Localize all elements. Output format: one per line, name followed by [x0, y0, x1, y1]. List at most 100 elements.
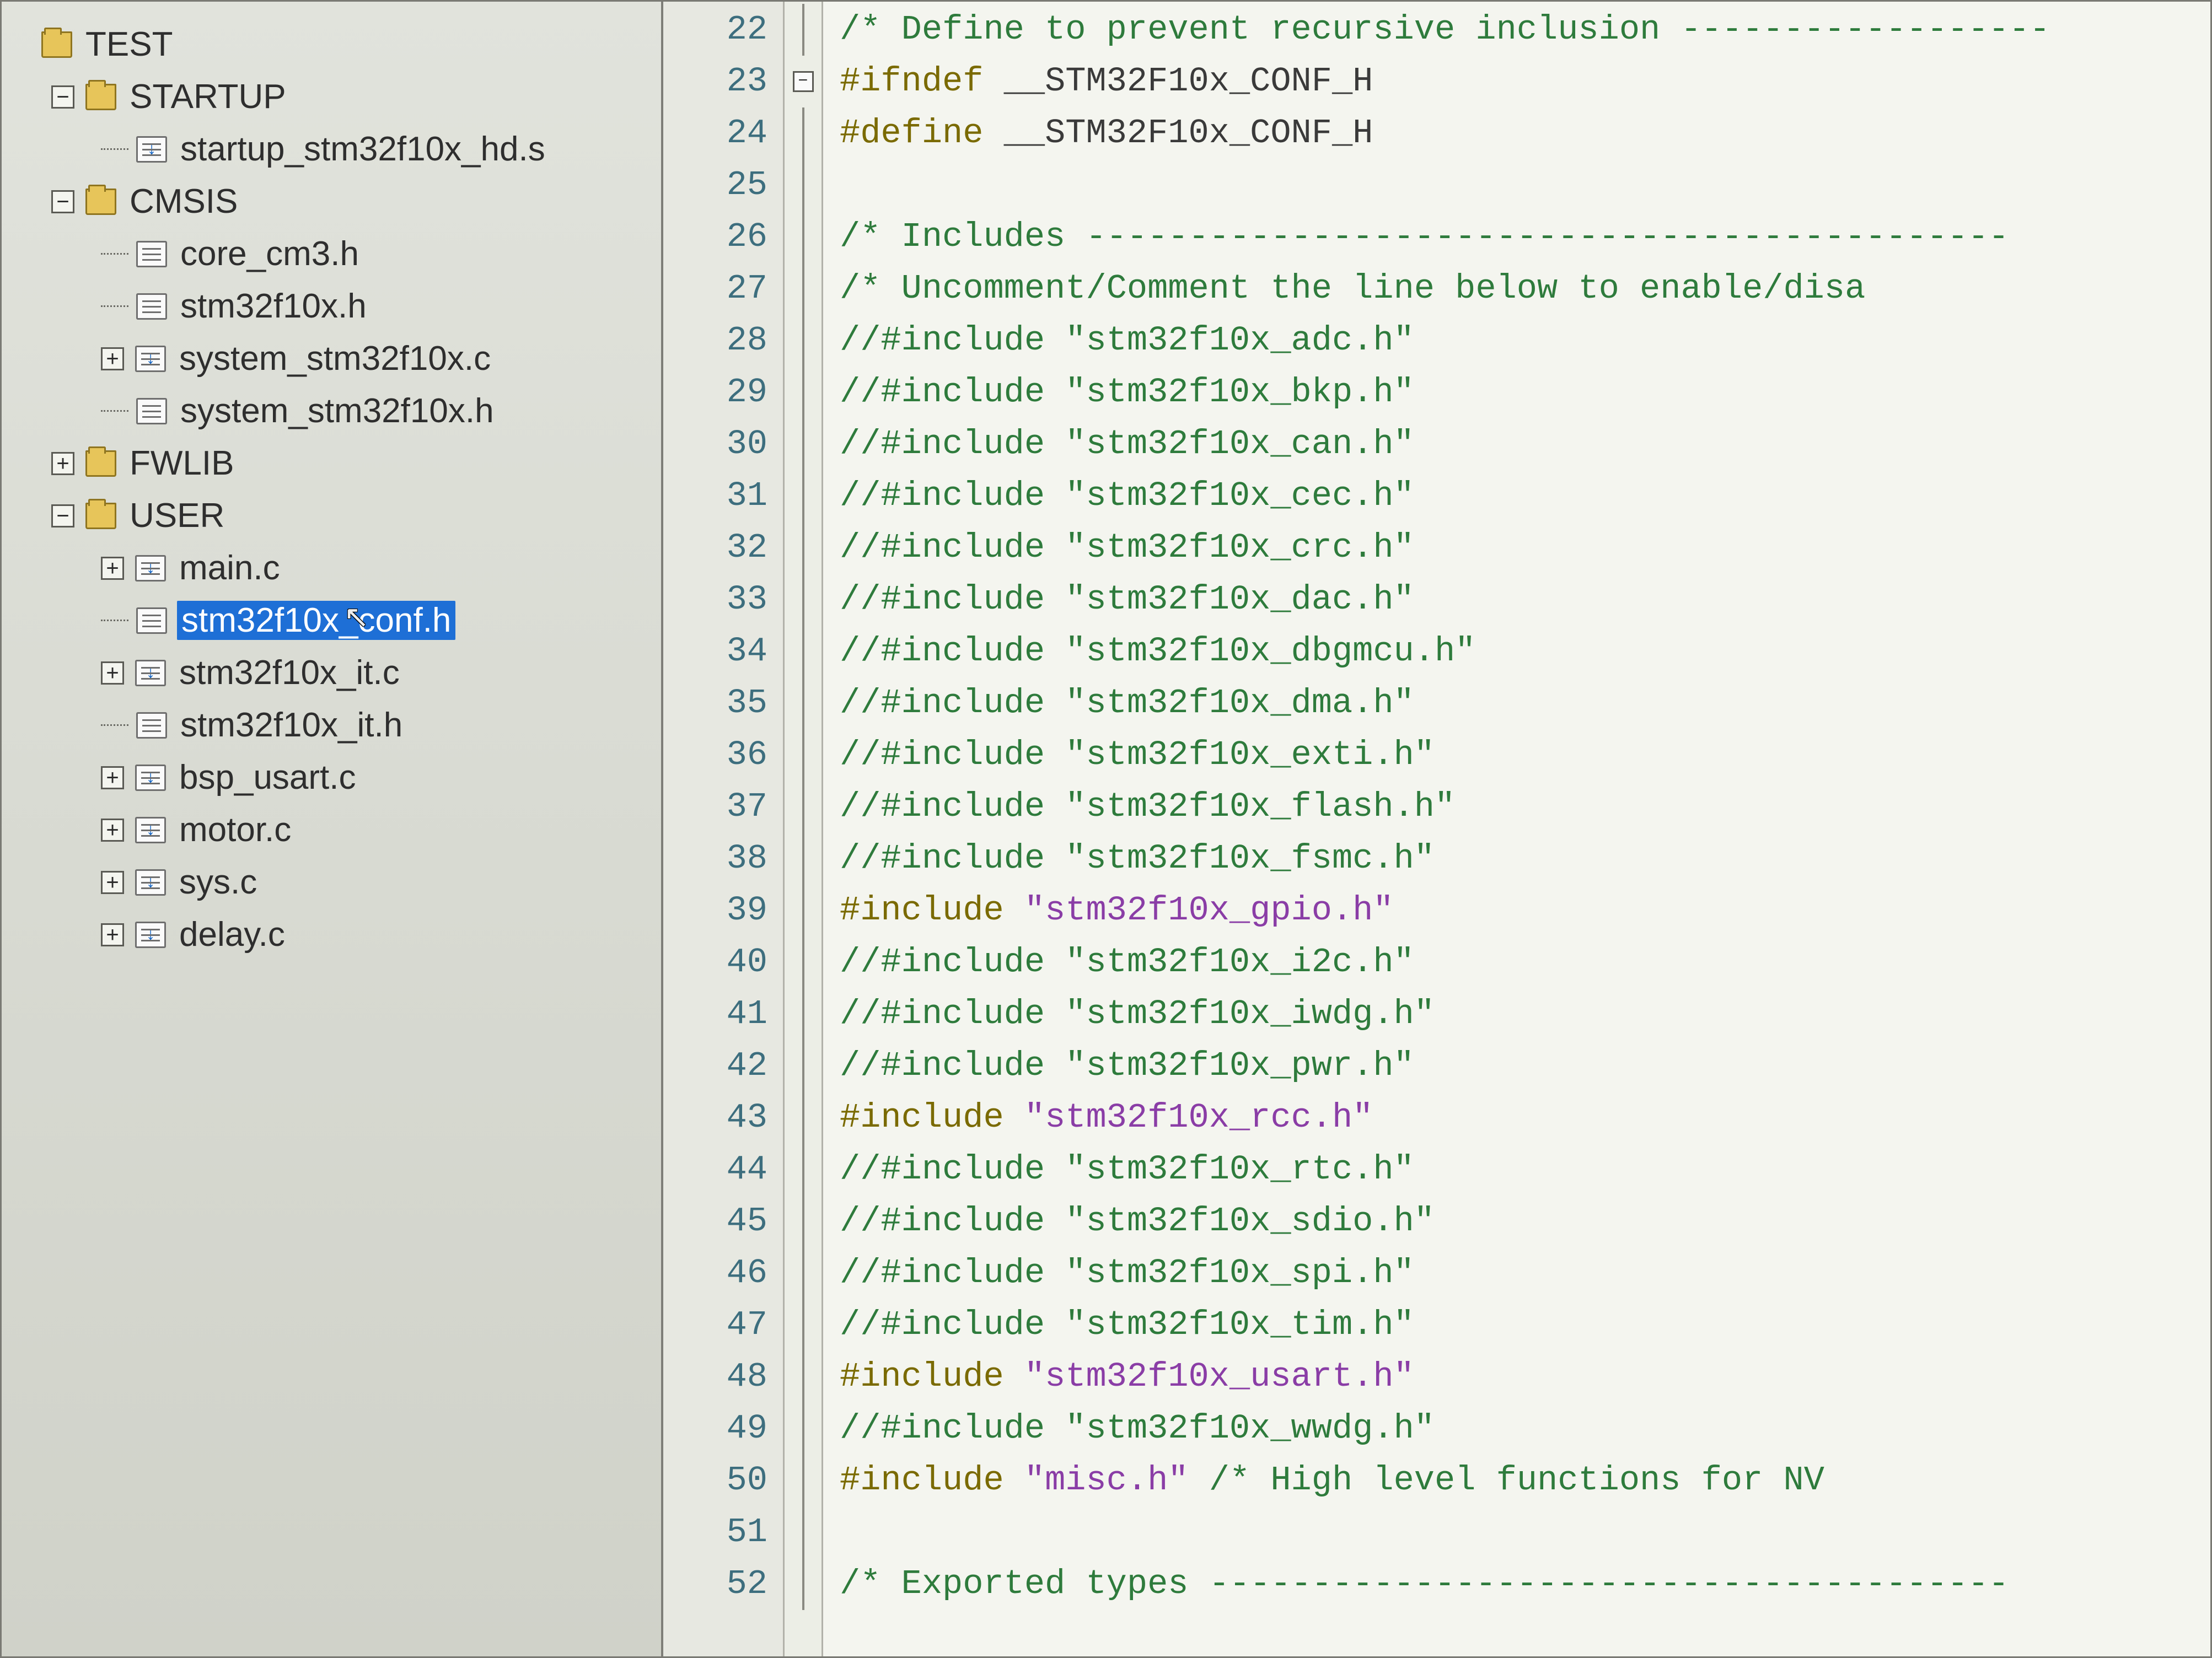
tree-node-label[interactable]: STARTUP	[126, 76, 289, 117]
tree-node-label[interactable]: stm32f10x.h	[177, 286, 370, 327]
code-line[interactable]	[840, 1506, 2210, 1558]
tree-node-label[interactable]: system_stm32f10x.c	[176, 338, 494, 379]
fold-toggle-icon[interactable]: −	[793, 71, 814, 92]
project-tree-pane[interactable]: TEST−STARTUPstartup_stm32f10x_hd.s−CMSIS…	[2, 2, 663, 1656]
tree-node-stmh[interactable]: stm32f10x.h	[7, 280, 656, 332]
tree-node-delay[interactable]: + delay.c	[7, 908, 656, 961]
code-line[interactable]: //#include "stm32f10x_wwdg.h"	[840, 1403, 2210, 1455]
tree-node-label[interactable]: system_stm32f10x.h	[177, 390, 497, 432]
code-line[interactable]: //#include "stm32f10x_can.h"	[840, 418, 2210, 470]
tree-node-fwlb[interactable]: + FWLIB	[7, 437, 656, 489]
tree-node-label[interactable]: bsp_usart.c	[176, 757, 359, 798]
fold-guide	[802, 781, 804, 833]
tree-node-startup_s[interactable]: startup_stm32f10x_hd.s	[7, 123, 656, 175]
tree-node-label[interactable]: stm32f10x_conf.h	[177, 601, 455, 640]
code-line[interactable]: #ifndef __STM32F10x_CONF_H	[840, 56, 2210, 107]
header-file-icon	[136, 712, 167, 739]
expand-icon[interactable]: +	[101, 871, 124, 894]
code-line[interactable]: //#include "stm32f10x_bkp.h"	[840, 367, 2210, 418]
code-area[interactable]: /* Define to prevent recursive inclusion…	[823, 2, 2210, 1656]
code-line[interactable]: //#include "stm32f10x_rtc.h"	[840, 1144, 2210, 1196]
fold-guide	[802, 574, 804, 626]
tree-node-ith[interactable]: stm32f10x_it.h	[7, 699, 656, 751]
fold-guide	[802, 1299, 804, 1351]
code-line[interactable]: //#include "stm32f10x_cec.h"	[840, 470, 2210, 522]
tree-node-label[interactable]: startup_stm32f10x_hd.s	[177, 128, 549, 170]
fold-guide	[802, 885, 804, 936]
tree-node-label[interactable]: FWLIB	[126, 443, 237, 484]
code-line[interactable]: //#include "stm32f10x_spi.h"	[840, 1247, 2210, 1299]
expand-icon[interactable]: +	[101, 557, 124, 580]
code-line[interactable]: //#include "stm32f10x_iwdg.h"	[840, 988, 2210, 1040]
code-line[interactable]: //#include "stm32f10x_adc.h"	[840, 315, 2210, 367]
tree-node-label[interactable]: TEST	[82, 24, 176, 65]
code-line[interactable]	[840, 159, 2210, 211]
expand-icon[interactable]: +	[101, 661, 124, 685]
code-line[interactable]: //#include "stm32f10x_dbgmcu.h"	[840, 626, 2210, 677]
tree-node-sysh[interactable]: system_stm32f10x.h	[7, 385, 656, 437]
code-line[interactable]: #include "stm32f10x_gpio.h"	[840, 885, 2210, 936]
expand-icon[interactable]: +	[101, 923, 124, 946]
tree-node-corecm3[interactable]: core_cm3.h	[7, 228, 656, 280]
expand-icon[interactable]: +	[101, 347, 124, 370]
tree-connector-icon	[101, 148, 128, 150]
code-line[interactable]: //#include "stm32f10x_flash.h"	[840, 781, 2210, 833]
tree-node-label[interactable]: main.c	[176, 547, 283, 589]
code-line[interactable]: #include "stm32f10x_rcc.h"	[840, 1092, 2210, 1144]
code-line[interactable]: //#include "stm32f10x_pwr.h"	[840, 1040, 2210, 1092]
tree-node-label[interactable]: core_cm3.h	[177, 233, 362, 274]
code-line[interactable]: //#include "stm32f10x_exti.h"	[840, 729, 2210, 781]
tree-node-label[interactable]: CMSIS	[126, 181, 241, 222]
tree-node-user[interactable]: − USER	[7, 489, 656, 542]
code-line[interactable]: /* Uncomment/Comment the line below to e…	[840, 263, 2210, 315]
fold-guide	[802, 159, 804, 211]
code-line[interactable]: /* Exported types ----------------------…	[840, 1558, 2210, 1610]
code-line[interactable]: //#include "stm32f10x_fsmc.h"	[840, 833, 2210, 885]
tree-node-label[interactable]: motor.c	[176, 809, 294, 850]
code-line[interactable]: //#include "stm32f10x_i2c.h"	[840, 936, 2210, 988]
code-line[interactable]: //#include "stm32f10x_sdio.h"	[840, 1196, 2210, 1247]
tree-node-startup[interactable]: − STARTUP	[7, 71, 656, 123]
code-line[interactable]: #include "stm32f10x_usart.h"	[840, 1351, 2210, 1403]
fold-guide	[802, 833, 804, 885]
tree-node-confh[interactable]: stm32f10x_conf.h↖	[7, 594, 656, 647]
tree-connector-icon	[101, 724, 128, 726]
line-number: 27	[663, 263, 767, 315]
expand-icon[interactable]: +	[51, 452, 74, 475]
tree-node-bsp[interactable]: + bsp_usart.c	[7, 751, 656, 804]
code-line[interactable]: //#include "stm32f10x_dma.h"	[840, 677, 2210, 729]
expand-icon[interactable]: +	[101, 766, 124, 789]
code-line[interactable]: //#include "stm32f10x_crc.h"	[840, 522, 2210, 574]
code-editor-pane[interactable]: 2223242526272829303132333435363738394041…	[663, 2, 2210, 1656]
code-line[interactable]: //#include "stm32f10x_dac.h"	[840, 574, 2210, 626]
tree-node-label[interactable]: stm32f10x_it.c	[176, 652, 403, 693]
collapse-icon[interactable]: −	[51, 85, 74, 109]
code-line[interactable]: //#include "stm32f10x_tim.h"	[840, 1299, 2210, 1351]
tree-node-label[interactable]: sys.c	[176, 862, 260, 903]
collapse-icon[interactable]: −	[51, 504, 74, 527]
token-comment: /* Define to prevent recursive inclusion…	[840, 10, 2050, 49]
tree-node-label[interactable]: USER	[126, 495, 228, 536]
project-tree[interactable]: TEST−STARTUPstartup_stm32f10x_hd.s−CMSIS…	[7, 18, 656, 961]
code-line[interactable]: /* Includes ----------------------------…	[840, 211, 2210, 263]
tree-node-label[interactable]: stm32f10x_it.h	[177, 704, 406, 746]
line-number: 43	[663, 1092, 767, 1144]
tree-connector-icon	[101, 253, 128, 255]
tree-node-mainc[interactable]: + main.c	[7, 542, 656, 594]
tree-node-sys[interactable]: + sys.c	[7, 856, 656, 908]
tree-node-cmsis[interactable]: − CMSIS	[7, 175, 656, 228]
code-line[interactable]: #define __STM32F10x_CONF_H	[840, 107, 2210, 159]
tree-node-motor[interactable]: + motor.c	[7, 804, 656, 856]
code-line[interactable]: #include "misc.h" /* High level function…	[840, 1455, 2210, 1506]
expand-icon[interactable]: +	[101, 819, 124, 842]
folder-icon	[85, 189, 116, 215]
tree-node-test[interactable]: TEST	[7, 18, 656, 71]
tree-node-sysc[interactable]: + system_stm32f10x.c	[7, 332, 656, 385]
tree-node-label[interactable]: delay.c	[176, 914, 288, 955]
fold-guide	[802, 263, 804, 315]
collapse-icon[interactable]: −	[51, 190, 74, 213]
code-line[interactable]: /* Define to prevent recursive inclusion…	[840, 4, 2210, 56]
fold-column[interactable]: −	[785, 2, 823, 1656]
header-file-icon	[136, 607, 167, 634]
tree-node-itc[interactable]: + stm32f10x_it.c	[7, 647, 656, 699]
